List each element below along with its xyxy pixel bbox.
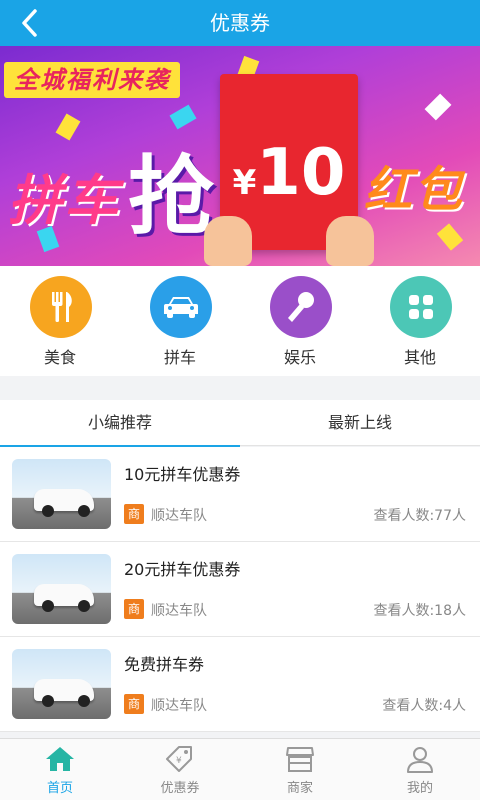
wheel-shape bbox=[42, 505, 54, 517]
right-hand-illustration bbox=[326, 216, 374, 266]
confetti-decoration bbox=[436, 223, 464, 251]
banner-text-pinche: 拼车 bbox=[8, 169, 120, 232]
grid-glyph bbox=[409, 295, 433, 319]
nav-label: 商家 bbox=[286, 781, 313, 796]
nav-label: 优惠券 bbox=[160, 781, 200, 796]
promo-banner[interactable]: 全城福利来袭 拼车 抢 ¥10 红包 bbox=[0, 46, 480, 266]
coupon-thumbnail bbox=[12, 554, 111, 624]
wheel-shape bbox=[42, 600, 54, 612]
fork-knife-icon bbox=[52, 292, 72, 322]
nav-home[interactable]: 首页 bbox=[0, 739, 120, 800]
nav-profile[interactable]: 我的 bbox=[360, 739, 480, 800]
coupon-tag-icon: ¥ bbox=[164, 745, 196, 773]
merchant-badge: 商 bbox=[124, 504, 144, 524]
grid-icon bbox=[390, 276, 452, 338]
nav-merchants[interactable]: 商家 bbox=[240, 739, 360, 800]
svg-text:¥: ¥ bbox=[176, 756, 182, 766]
category-label: 拼车 bbox=[163, 348, 196, 367]
coupon-list-item[interactable]: 免费拼车券 商 顺达车队 查看人数:4人 bbox=[0, 637, 480, 732]
merchant-badge: 商 bbox=[124, 599, 144, 619]
confetti-decoration bbox=[55, 113, 81, 141]
car-icon bbox=[150, 276, 212, 338]
coupon-name: 免费拼车券 bbox=[124, 655, 205, 674]
category-other[interactable]: 其他 bbox=[360, 266, 480, 376]
page-title: 优惠券 bbox=[210, 11, 270, 35]
category-label: 美食 bbox=[43, 348, 76, 367]
wheel-shape bbox=[78, 600, 90, 612]
bottom-nav: 首页 ¥ 优惠券 商家 我的 bbox=[0, 738, 480, 800]
microphone-icon bbox=[270, 276, 332, 338]
nav-coupons[interactable]: ¥ 优惠券 bbox=[120, 739, 240, 800]
merchant-name: 顺达车队 bbox=[151, 698, 207, 714]
banner-slogan: 全城福利来袭 bbox=[4, 62, 180, 98]
view-count: 查看人数:4人 bbox=[382, 698, 466, 714]
nav-label: 我的 bbox=[406, 781, 433, 796]
tab-recommended[interactable]: 小编推荐 bbox=[0, 400, 240, 447]
coupon-thumbnail bbox=[12, 649, 111, 719]
microphone-glyph bbox=[288, 292, 314, 322]
category-bar: 美食 拼车 娱乐 其他 bbox=[0, 266, 480, 376]
banner-text-hongbao: 红包 bbox=[364, 162, 465, 218]
wheel-shape bbox=[78, 505, 90, 517]
food-icon bbox=[30, 276, 92, 338]
merchant-badge: 商 bbox=[124, 694, 144, 714]
coupon-name: 20元拼车优惠券 bbox=[124, 560, 241, 579]
home-icon bbox=[44, 745, 76, 773]
user-icon bbox=[404, 745, 436, 773]
merchant-name: 顺达车队 bbox=[151, 603, 207, 619]
coupon-name: 10元拼车优惠券 bbox=[124, 465, 241, 484]
confetti-decoration bbox=[424, 93, 452, 121]
coupon-list-item[interactable]: 20元拼车优惠券 商 顺达车队 查看人数:18人 bbox=[0, 542, 480, 637]
car-glyph bbox=[164, 297, 198, 318]
category-carpool[interactable]: 拼车 bbox=[120, 266, 240, 376]
category-entertainment[interactable]: 娱乐 bbox=[240, 266, 360, 376]
coupon-thumbnail bbox=[12, 459, 111, 529]
store-icon bbox=[284, 745, 316, 773]
merchant-name: 顺达车队 bbox=[151, 508, 207, 524]
app-header: 优惠券 bbox=[0, 0, 480, 46]
left-hand-illustration bbox=[204, 216, 252, 266]
category-label: 其他 bbox=[403, 348, 436, 367]
tab-newest[interactable]: 最新上线 bbox=[240, 400, 480, 446]
wheel-shape bbox=[42, 695, 54, 707]
category-label: 娱乐 bbox=[283, 348, 316, 367]
view-count: 查看人数:77人 bbox=[373, 508, 466, 524]
category-food[interactable]: 美食 bbox=[0, 266, 120, 376]
wheel-shape bbox=[78, 695, 90, 707]
nav-label: 首页 bbox=[46, 781, 73, 796]
view-count: 查看人数:18人 bbox=[373, 603, 466, 619]
coupon-list-item[interactable]: 10元拼车优惠券 商 顺达车队 查看人数:77人 bbox=[0, 447, 480, 542]
envelope-amount: ¥10 bbox=[232, 136, 346, 210]
coupon-list: 10元拼车优惠券 商 顺达车队 查看人数:77人 20元拼车优惠券 商 顺达车队… bbox=[0, 447, 480, 732]
coupon-tabs: 小编推荐 最新上线 bbox=[0, 400, 480, 447]
banner-text-qiang: 抢 bbox=[128, 147, 214, 247]
